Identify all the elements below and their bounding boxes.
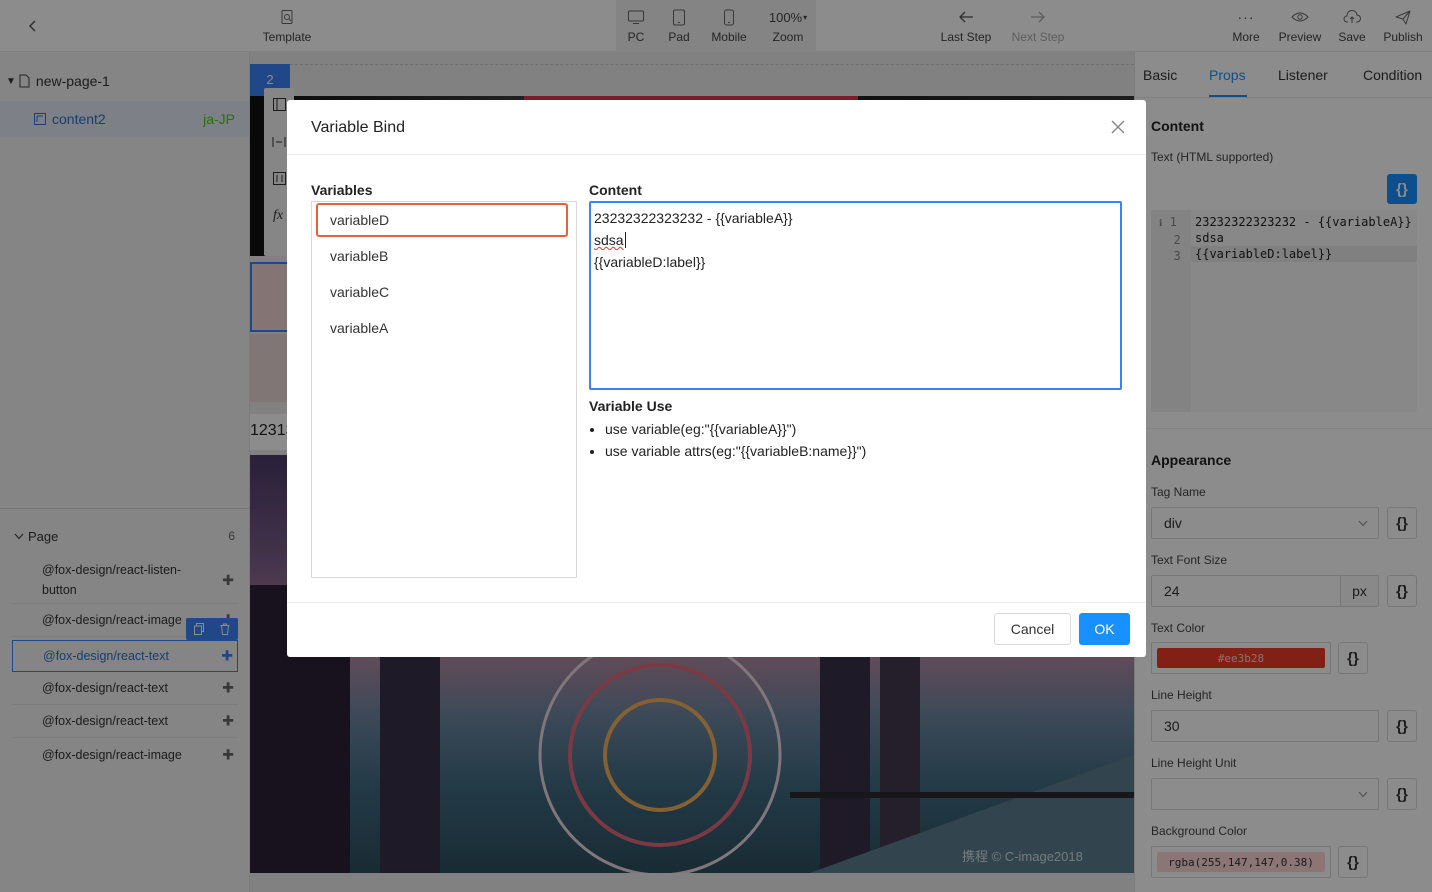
variable-item-selected[interactable]: variableD [316, 203, 568, 237]
variable-use-title: Variable Use [589, 398, 673, 414]
close-icon[interactable] [1111, 120, 1125, 134]
content-line: sdsa [594, 232, 624, 248]
content-line: {{variableD:label}} [594, 254, 706, 270]
variable-use-item: use variable(eg:"{{variableA}}") [605, 418, 866, 440]
variable-item[interactable]: variableB [316, 239, 568, 273]
variable-item[interactable]: variableA [316, 311, 568, 345]
variable-use-item: use variable attrs(eg:"{{variableB:name}… [605, 440, 866, 462]
variable-use-list: use variable(eg:"{{variableA}}") use var… [605, 418, 866, 462]
variable-bind-modal: Variable Bind Variables variableD variab… [287, 100, 1146, 657]
cancel-button[interactable]: Cancel [994, 613, 1071, 645]
content-label: Content [589, 182, 642, 198]
modal-header-divider [287, 154, 1146, 155]
variables-label: Variables [311, 182, 373, 198]
modal-footer-divider [287, 602, 1146, 603]
content-textarea[interactable]: 23232322323232 - {{variableA}} sdsa {{va… [589, 201, 1122, 390]
variable-item[interactable]: variableC [316, 275, 568, 309]
variables-list: variableD variableB variableC variableA [311, 201, 577, 578]
text-cursor [624, 232, 626, 248]
ok-button[interactable]: OK [1079, 613, 1130, 645]
content-line: 23232322323232 - {{variableA}} [594, 210, 793, 226]
modal-title: Variable Bind [311, 119, 405, 136]
